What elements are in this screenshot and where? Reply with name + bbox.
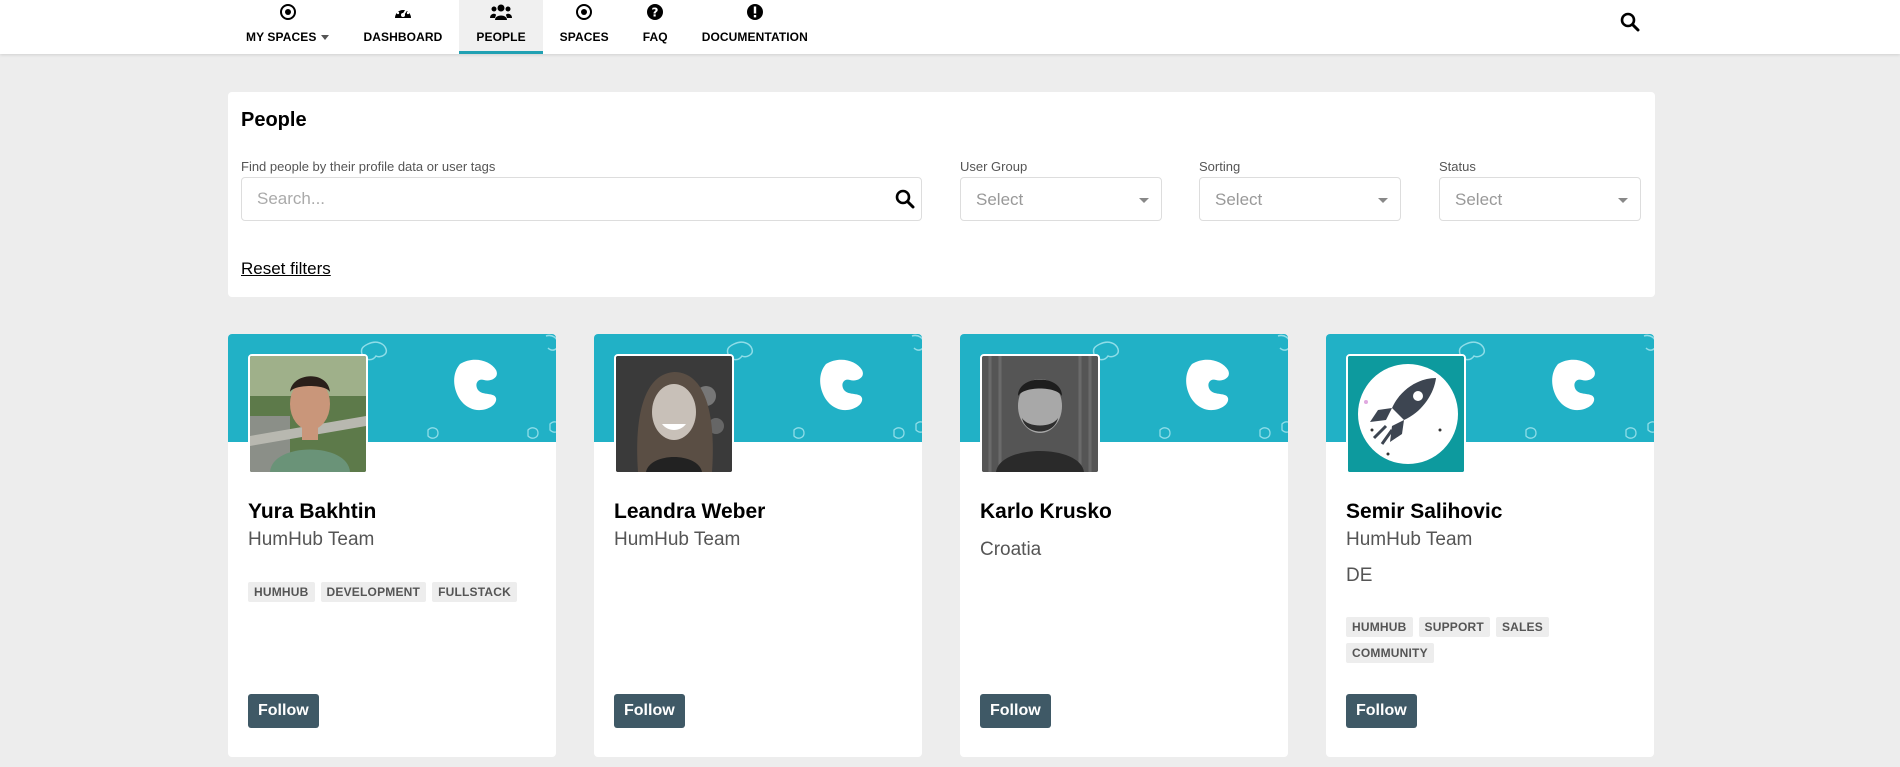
target-icon: [575, 2, 593, 22]
exclamation-icon: [746, 2, 764, 22]
tag[interactable]: DEVELOPMENT: [320, 582, 427, 602]
user-card[interactable]: Semir Salihovic HumHub Team DE HUMHUB SU…: [1326, 334, 1654, 757]
user-card[interactable]: Karlo Krusko Croatia Follow: [960, 334, 1288, 757]
nav-my-spaces[interactable]: MY SPACES: [229, 0, 346, 54]
nav-label: MY SPACES: [246, 30, 317, 44]
main-nav: MY SPACES DASHBOARD PEOPLE SPACES ? FAQ: [229, 0, 825, 54]
follow-button[interactable]: Follow: [980, 694, 1051, 728]
avatar[interactable]: [980, 354, 1100, 474]
status-select[interactable]: Select: [1439, 177, 1641, 221]
nav-spaces[interactable]: SPACES: [543, 0, 626, 54]
tag[interactable]: SALES: [1495, 617, 1549, 637]
avatar[interactable]: [248, 354, 368, 474]
follow-button[interactable]: Follow: [248, 694, 319, 728]
nav-label: DOCUMENTATION: [701, 30, 808, 44]
user-location: DE: [1346, 565, 1373, 586]
search-icon[interactable]: [1620, 12, 1640, 32]
tag[interactable]: HUMHUB: [248, 582, 315, 602]
people-filter-panel: People Find people by their profile data…: [228, 92, 1655, 297]
caret-down-icon: [1139, 198, 1149, 203]
user-card[interactable]: Yura Bakhtin HumHub Team HUMHUB DEVELOPM…: [228, 334, 556, 757]
user-card[interactable]: Leandra Weber HumHub Team Follow: [594, 334, 922, 757]
people-search-input[interactable]: [242, 178, 882, 220]
user-group-value: Select: [976, 190, 1024, 209]
tag[interactable]: FULLSTACK: [432, 582, 517, 602]
avatar[interactable]: [1346, 354, 1466, 474]
search-icon[interactable]: [895, 189, 915, 209]
sorting-select[interactable]: Select: [1199, 177, 1401, 221]
tag[interactable]: COMMUNITY: [1346, 643, 1434, 663]
user-group: HumHub Team: [1346, 529, 1473, 550]
tag[interactable]: HUMHUB: [1346, 617, 1413, 637]
user-group: HumHub Team: [248, 529, 375, 550]
user-group: HumHub Team: [614, 529, 741, 550]
nav-dashboard[interactable]: DASHBOARD: [346, 0, 459, 54]
caret-down-icon: [1378, 198, 1388, 203]
tag[interactable]: SUPPORT: [1418, 617, 1490, 637]
nav-documentation[interactable]: DOCUMENTATION: [685, 0, 825, 54]
follow-button[interactable]: Follow: [1346, 694, 1417, 728]
nav-faq[interactable]: ? FAQ: [626, 0, 685, 54]
users-icon: [490, 2, 513, 22]
tag-list: HUMHUB SUPPORT SALES COMMUNITY: [1346, 617, 1636, 663]
page-title: People: [241, 109, 307, 131]
question-icon: ?: [646, 2, 664, 22]
avatar[interactable]: [614, 354, 734, 474]
svg-text:?: ?: [652, 6, 659, 20]
user-location: Croatia: [980, 539, 1042, 560]
search-label: Find people by their profile data or use…: [241, 159, 496, 174]
nav-label: SPACES: [559, 30, 609, 44]
sorting-label: Sorting: [1199, 159, 1241, 174]
top-navigation-bar: MY SPACES DASHBOARD PEOPLE SPACES ? FAQ: [0, 0, 1900, 54]
status-value: Select: [1455, 190, 1503, 209]
reset-filters-link[interactable]: Reset filters: [241, 259, 331, 279]
user-name[interactable]: Leandra Weber: [614, 500, 765, 524]
follow-button[interactable]: Follow: [614, 694, 685, 728]
user-name[interactable]: Karlo Krusko: [980, 500, 1112, 524]
user-name[interactable]: Yura Bakhtin: [248, 500, 376, 524]
target-icon: [279, 2, 297, 22]
nav-label: PEOPLE: [476, 30, 526, 44]
user-name[interactable]: Semir Salihovic: [1346, 500, 1502, 524]
user-group-select[interactable]: Select: [960, 177, 1162, 221]
dashboard-icon: [393, 2, 413, 22]
nav-label: DASHBOARD: [363, 30, 443, 44]
tag-list: HUMHUB DEVELOPMENT FULLSTACK: [248, 582, 538, 602]
user-group-label: User Group: [960, 159, 1028, 174]
people-search-box: [241, 177, 922, 221]
caret-down-icon: [321, 34, 330, 40]
sorting-value: Select: [1215, 190, 1263, 209]
nav-label: FAQ: [642, 30, 668, 44]
nav-people[interactable]: PEOPLE: [459, 0, 543, 54]
status-label: Status: [1439, 159, 1476, 174]
caret-down-icon: [1618, 198, 1628, 203]
